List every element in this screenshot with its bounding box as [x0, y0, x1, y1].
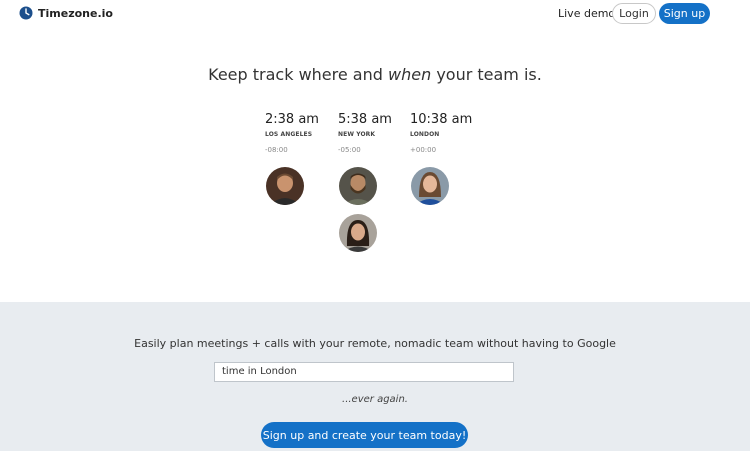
avatar	[339, 167, 377, 205]
headline-text-start: Keep track where and	[208, 65, 383, 84]
timezone-time: 5:38 am	[338, 112, 392, 127]
live-demo-link[interactable]: Live demo	[558, 7, 615, 20]
timezone-column-new-york: 5:38 am NEW YORK -05:00	[338, 112, 408, 154]
timezone-offset: -08:00	[265, 146, 288, 154]
signup-button[interactable]: Sign up	[659, 3, 710, 24]
timezone-city: LONDON	[410, 131, 440, 138]
timezone-city: NEW YORK	[338, 131, 376, 138]
timezone-offset: +00:00	[410, 146, 437, 154]
timezone-time: 10:38 am	[410, 112, 473, 127]
avatar	[339, 214, 377, 252]
hero-headline: Keep track where and when your team is.	[0, 65, 750, 84]
clock-icon	[19, 6, 33, 20]
search-input[interactable]: time in London	[214, 362, 514, 382]
timezone-offset: -05:00	[338, 146, 361, 154]
ever-again-text: ...ever again.	[342, 394, 408, 405]
headline-emphasis: when	[388, 65, 432, 84]
tagline: Easily plan meetings + calls with your r…	[134, 337, 616, 350]
timezone-city: LOS ANGELES	[265, 131, 313, 138]
top-nav: Timezone.io Live demo Login Sign up	[0, 0, 750, 30]
brand-name: Timezone.io	[38, 6, 113, 20]
signup-section: Easily plan meetings + calls with your r…	[0, 302, 750, 451]
timezone-column-london: 10:38 am LONDON +00:00	[410, 112, 480, 154]
brand-logo-link[interactable]: Timezone.io	[19, 6, 113, 20]
login-button[interactable]: Login	[612, 3, 656, 24]
create-team-button[interactable]: Sign up and create your team today!	[261, 422, 468, 448]
timezone-time: 2:38 am	[265, 112, 319, 127]
avatar	[266, 167, 304, 205]
timezone-column-los-angeles: 2:38 am LOS ANGELES -08:00	[265, 112, 335, 154]
avatar	[411, 167, 449, 205]
headline-text-end: your team is.	[436, 65, 542, 84]
